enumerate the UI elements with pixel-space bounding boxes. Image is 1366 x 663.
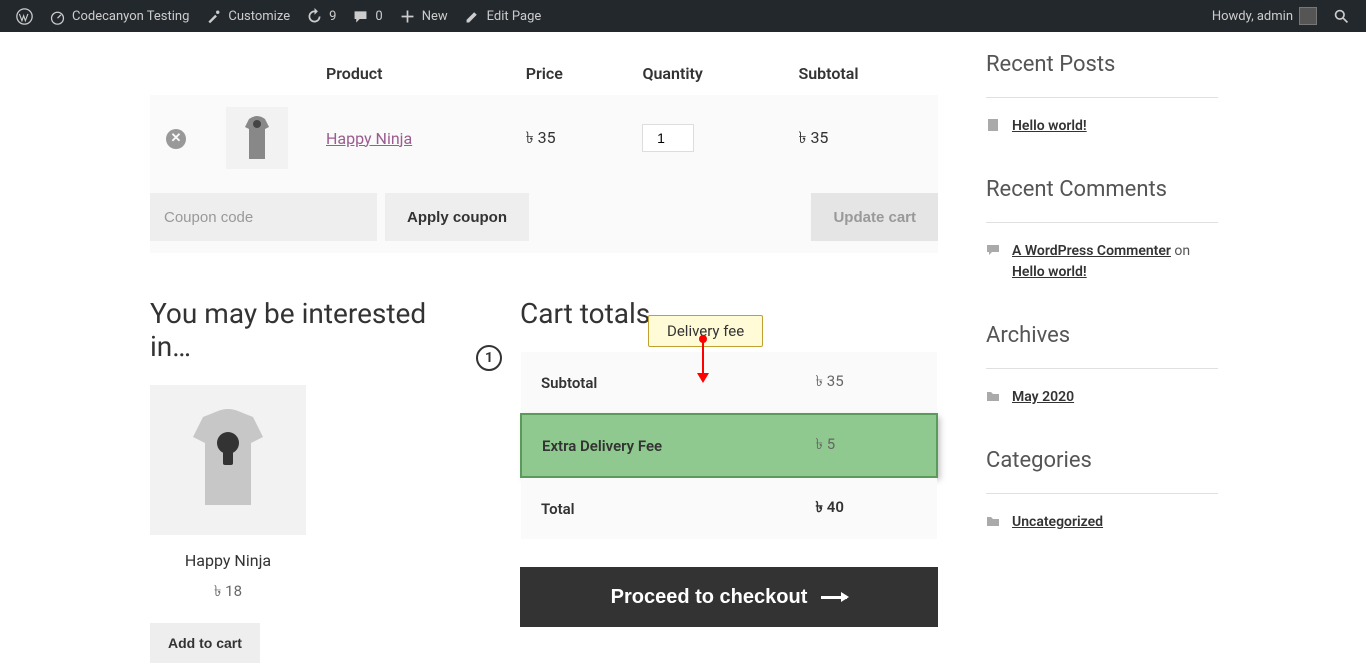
pencil-icon xyxy=(464,8,481,25)
cart-row: ✕ Happy Ninja ৳ 35 ৳ 35 xyxy=(150,95,938,181)
comments-count: 0 xyxy=(375,9,382,24)
col-subtotal: Subtotal xyxy=(782,52,938,95)
updates-link[interactable]: 9 xyxy=(298,0,344,32)
subtotal-value: ৳ 35 xyxy=(796,352,937,414)
total-label: Total xyxy=(521,477,796,539)
brush-icon xyxy=(205,8,222,25)
annotation-marker: 1 xyxy=(476,345,502,371)
search-icon xyxy=(1333,8,1350,25)
updates-count: 9 xyxy=(329,9,336,24)
comment-icon xyxy=(352,8,369,25)
total-row: Total ৳ 40 xyxy=(521,477,937,539)
comments-link[interactable]: 0 xyxy=(344,0,390,32)
recent-comments-widget: Recent Comments A WordPress Commenter on… xyxy=(986,177,1218,283)
cross-sell-item: Happy Ninja ৳ 18 Add to cart xyxy=(150,385,306,663)
new-label: New xyxy=(422,9,448,24)
recent-posts-widget: Recent Posts Hello world! xyxy=(986,52,1218,137)
dashboard-icon xyxy=(49,8,66,25)
post-link[interactable]: Hello world! xyxy=(1012,116,1087,137)
admin-bar-left: Codecanyon Testing Customize 9 0 New Edi… xyxy=(8,0,549,32)
category-link[interactable]: Uncategorized xyxy=(1012,512,1103,533)
subtotal-label: Subtotal xyxy=(521,352,796,414)
categories-widget: Categories Uncategorized xyxy=(986,448,1218,533)
cart-table: Product Price Quantity Subtotal ✕ Happy … xyxy=(150,52,938,181)
checkout-label: Proceed to checkout xyxy=(611,586,808,609)
cross-sells: You may be interested in… Happy Ninja ৳ … xyxy=(150,297,460,663)
total-value: ৳ 40 xyxy=(796,477,937,539)
archives-widget: Archives May 2020 xyxy=(986,323,1218,408)
update-cart-button[interactable]: Update cart xyxy=(811,193,938,241)
widget-title: Recent Comments xyxy=(986,177,1218,202)
item-subtotal: ৳ 35 xyxy=(782,95,938,181)
annotation-arrow-icon xyxy=(702,339,704,377)
wordpress-icon xyxy=(16,8,33,25)
customize-label: Customize xyxy=(228,9,290,24)
apply-coupon-button[interactable]: Apply coupon xyxy=(385,193,529,241)
subtotal-row: Subtotal ৳ 35 xyxy=(521,352,937,414)
quantity-input[interactable] xyxy=(642,124,694,152)
list-item: A WordPress Commenter on Hello world! xyxy=(986,241,1218,283)
folder-icon xyxy=(986,389,1000,403)
cart-actions: Apply coupon Update cart xyxy=(150,181,938,253)
comment-bubble-icon xyxy=(986,243,1000,257)
wp-admin-bar: Codecanyon Testing Customize 9 0 New Edi… xyxy=(0,0,1366,32)
folder-icon xyxy=(986,514,1000,528)
proceed-to-checkout-button[interactable]: Proceed to checkout xyxy=(520,567,938,627)
update-icon xyxy=(306,8,323,25)
howdy-label: Howdy, admin xyxy=(1212,9,1293,24)
commenter-link[interactable]: A WordPress Commenter xyxy=(1012,243,1171,259)
page-content: Product Price Quantity Subtotal ✕ Happy … xyxy=(0,32,1366,663)
fee-label: Extra Delivery Fee xyxy=(521,414,796,477)
cross-sell-title[interactable]: Happy Ninja xyxy=(150,551,306,570)
cart-totals: 1 Cart totals Delivery fee Subtotal ৳ 35… xyxy=(520,297,938,663)
new-link[interactable]: New xyxy=(391,0,456,32)
site-name-label: Codecanyon Testing xyxy=(72,9,189,24)
main-column: Product Price Quantity Subtotal ✕ Happy … xyxy=(150,52,938,663)
fee-value: ৳ 5 xyxy=(796,414,937,477)
delivery-fee-row: Extra Delivery Fee ৳ 5 xyxy=(521,414,937,477)
avatar xyxy=(1299,7,1317,25)
coupon-code-input[interactable] xyxy=(150,193,377,241)
widget-title: Archives xyxy=(986,323,1218,348)
product-name-link[interactable]: Happy Ninja xyxy=(326,129,412,148)
col-quantity: Quantity xyxy=(626,52,782,95)
archive-link[interactable]: May 2020 xyxy=(1012,387,1074,408)
annotation-tooltip: Delivery fee xyxy=(648,315,763,347)
item-price: ৳ 35 xyxy=(510,95,627,181)
edit-page-link[interactable]: Edit Page xyxy=(456,0,550,32)
plus-icon xyxy=(399,8,416,25)
col-product: Product xyxy=(310,52,510,95)
list-item: Uncategorized xyxy=(986,512,1218,533)
totals-table: Subtotal ৳ 35 Extra Delivery Fee ৳ 5 Tot… xyxy=(520,352,938,539)
customize-link[interactable]: Customize xyxy=(197,0,298,32)
cross-sell-price: ৳ 18 xyxy=(150,580,306,605)
comment-post-link[interactable]: Hello world! xyxy=(1012,264,1087,280)
my-account[interactable]: Howdy, admin xyxy=(1204,0,1325,32)
col-price: Price xyxy=(510,52,627,95)
sidebar: Recent Posts Hello world! Recent Comment… xyxy=(986,52,1218,663)
edit-page-label: Edit Page xyxy=(487,9,542,24)
product-thumbnail[interactable] xyxy=(226,107,288,169)
arrow-right-icon xyxy=(821,596,847,599)
search-toggle[interactable] xyxy=(1325,0,1358,32)
widget-title: Recent Posts xyxy=(986,52,1218,77)
add-to-cart-button[interactable]: Add to cart xyxy=(150,623,260,663)
list-item: Hello world! xyxy=(986,116,1218,137)
list-item: May 2020 xyxy=(986,387,1218,408)
widget-title: Categories xyxy=(986,448,1218,473)
site-name-link[interactable]: Codecanyon Testing xyxy=(41,0,197,32)
remove-item-button[interactable]: ✕ xyxy=(166,129,186,149)
document-icon xyxy=(986,118,1000,132)
wp-logo[interactable] xyxy=(8,0,41,32)
admin-bar-right: Howdy, admin xyxy=(1204,0,1358,32)
bottom-row: You may be interested in… Happy Ninja ৳ … xyxy=(150,297,938,663)
cross-sell-image[interactable] xyxy=(150,385,306,535)
cross-sells-heading: You may be interested in… xyxy=(150,297,460,363)
